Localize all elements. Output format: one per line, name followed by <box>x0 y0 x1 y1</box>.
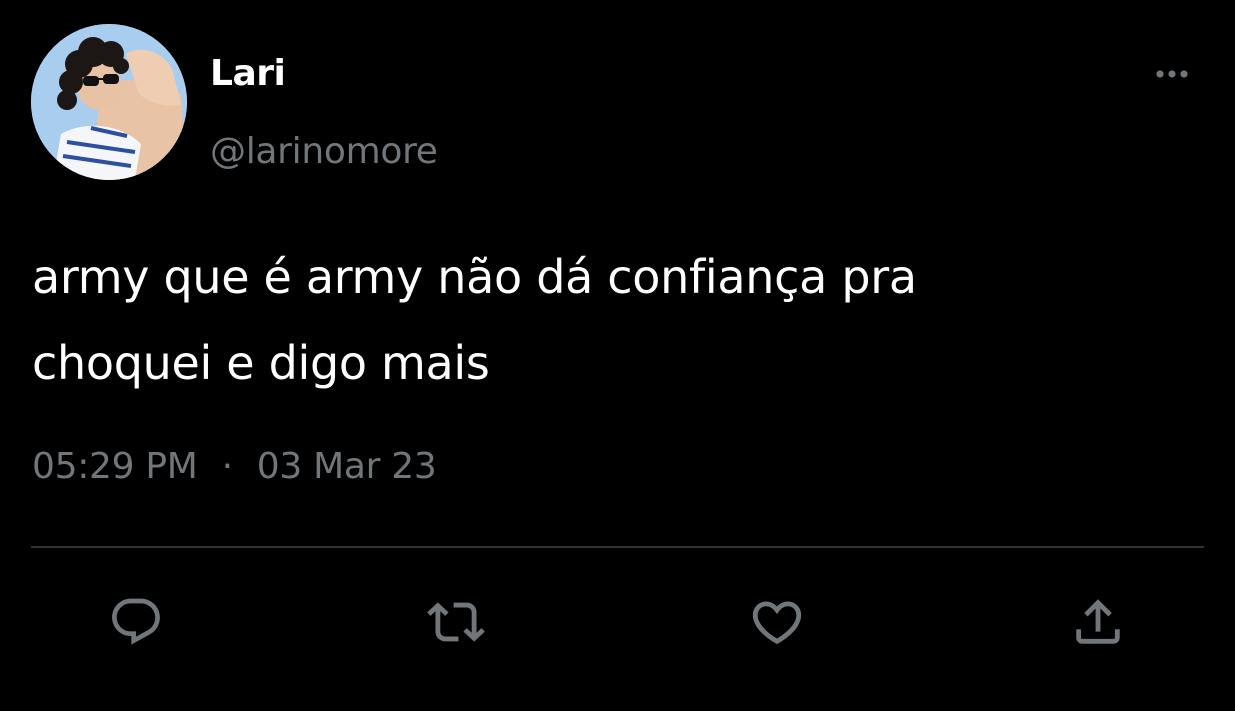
tweet-text: army que é army não dá confiança pra choq… <box>32 234 1182 406</box>
user-handle[interactable]: @larinomore <box>210 130 438 174</box>
tweet-card: Lari @larinomore army que é army não dá … <box>0 0 1235 711</box>
tweet-text-line-1: army que é army não dá confiança pra <box>32 250 917 304</box>
retweet-icon <box>427 602 485 642</box>
tweet-date[interactable]: 03 Mar 23 <box>257 446 437 487</box>
avatar[interactable] <box>31 24 187 180</box>
tweet-text-line-2: choquei e digo mais <box>32 336 490 390</box>
display-name[interactable]: Lari <box>210 52 286 96</box>
like-button[interactable] <box>745 590 809 654</box>
divider <box>31 546 1204 548</box>
more-horizontal-icon <box>1156 70 1188 78</box>
retweet-button[interactable] <box>424 590 488 654</box>
meta-separator: · <box>221 446 233 487</box>
share-button[interactable] <box>1066 590 1130 654</box>
more-options-button[interactable] <box>1150 62 1194 86</box>
heart-icon <box>752 601 802 645</box>
share-icon <box>1076 599 1120 644</box>
reply-icon <box>112 598 160 645</box>
avatar-photo <box>31 24 187 180</box>
tweet-metadata: 05:29 PM · 03 Mar 23 <box>32 444 437 490</box>
tweet-time[interactable]: 05:29 PM <box>32 446 198 487</box>
reply-button[interactable] <box>104 590 168 654</box>
